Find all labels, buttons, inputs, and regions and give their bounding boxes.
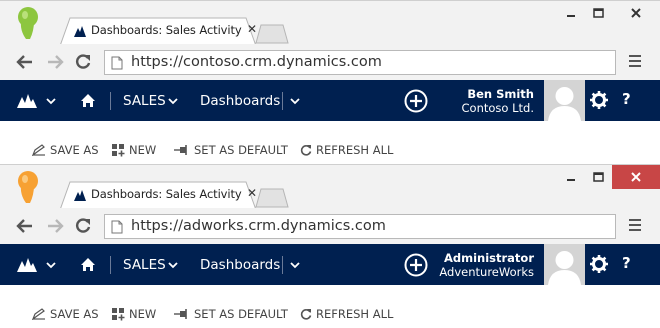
- user-silhouette-icon: [548, 87, 581, 121]
- hamburger-menu-icon[interactable]: [628, 54, 642, 68]
- back-arrow-icon[interactable]: [15, 215, 35, 237]
- save-as-icon: [32, 308, 45, 320]
- chevron-down-icon[interactable]: [168, 98, 178, 105]
- address-bar[interactable]: https://adworks.crm.dynamics.com: [104, 214, 616, 239]
- new-label: NEW: [129, 143, 157, 157]
- help-icon[interactable]: ?: [622, 254, 631, 272]
- pin-icon: [174, 309, 187, 319]
- refresh-all-label: REFRESH ALL: [316, 143, 394, 157]
- forward-arrow-icon[interactable]: [45, 51, 65, 73]
- new-tab-button[interactable]: [255, 24, 289, 44]
- gear-icon[interactable]: [590, 255, 608, 273]
- page-icon: [111, 56, 123, 70]
- dynamics-logo-icon[interactable]: [17, 258, 37, 272]
- new-icon: [112, 307, 125, 320]
- save-as-icon: [32, 144, 45, 156]
- minimize-button[interactable]: [558, 165, 584, 189]
- command-bar: SAVE AS NEW SET AS DEFAULT REFRESH ALL: [0, 121, 660, 164]
- save-as-button[interactable]: SAVE AS: [32, 307, 99, 321]
- nav-separator: [110, 256, 111, 274]
- tab-title: Dashboards: Sales Activity: [91, 23, 242, 37]
- new-button[interactable]: NEW: [112, 307, 156, 321]
- nav-area-sales[interactable]: SALES: [123, 257, 166, 273]
- user-name[interactable]: Administrator: [444, 251, 534, 265]
- browser-toolbar: https://adworks.crm.dynamics.com: [0, 208, 660, 245]
- green-person-icon[interactable]: [16, 7, 40, 41]
- new-button[interactable]: NEW: [112, 143, 156, 157]
- crm-navbar: SALES Dashboards Administrator Adventure…: [0, 244, 660, 285]
- new-label: NEW: [129, 307, 157, 321]
- save-as-label: SAVE AS: [50, 143, 99, 157]
- url-text: https://contoso.crm.dynamics.com: [131, 54, 382, 70]
- browser-titlebar: Dashboards: Sales Activity ✕: [0, 164, 660, 210]
- refresh-all-label: REFRESH ALL: [316, 307, 394, 321]
- set-as-default-label: SET AS DEFAULT: [194, 307, 288, 321]
- hamburger-menu-icon[interactable]: [628, 218, 642, 232]
- user-name[interactable]: Ben Smith: [467, 87, 534, 101]
- browser-window-adworks: Dashboards: Sales Activity ✕ https://adw…: [0, 164, 660, 328]
- save-as-label: SAVE AS: [50, 307, 99, 321]
- nav-page-dashboards[interactable]: Dashboards: [200, 257, 280, 273]
- nav-separator: [282, 92, 283, 110]
- nav-separator: [282, 256, 283, 274]
- maximize-button[interactable]: [584, 1, 612, 25]
- tab-dashboards[interactable]: Dashboards: Sales Activity ✕: [60, 17, 257, 46]
- new-icon: [112, 143, 125, 156]
- forward-arrow-icon[interactable]: [45, 215, 65, 237]
- dynamics-logo-icon[interactable]: [17, 94, 37, 108]
- nav-page-dashboards[interactable]: Dashboards: [200, 93, 280, 109]
- browser-window-contoso: Dashboards: Sales Activity ✕ https://con…: [0, 0, 660, 164]
- crm-favicon-icon: [74, 26, 86, 37]
- reload-icon[interactable]: [73, 215, 93, 237]
- refresh-all-button[interactable]: REFRESH ALL: [300, 143, 393, 157]
- save-as-button[interactable]: SAVE AS: [32, 143, 99, 157]
- refresh-icon: [300, 145, 312, 156]
- browser-titlebar: Dashboards: Sales Activity ✕: [0, 0, 660, 46]
- chevron-down-icon[interactable]: [290, 262, 300, 269]
- home-icon[interactable]: [80, 93, 96, 108]
- chevron-down-icon[interactable]: [168, 262, 178, 269]
- address-bar[interactable]: https://contoso.crm.dynamics.com: [104, 50, 616, 75]
- nav-separator: [110, 92, 111, 110]
- gear-icon[interactable]: [590, 91, 608, 109]
- chevron-down-icon[interactable]: [46, 98, 56, 105]
- page-icon: [111, 220, 123, 234]
- browser-toolbar: https://contoso.crm.dynamics.com: [0, 44, 660, 81]
- close-window-button[interactable]: [612, 165, 660, 189]
- new-tab-button[interactable]: [255, 188, 289, 208]
- crm-navbar: SALES Dashboards Ben Smith Contoso Ltd. …: [0, 80, 660, 121]
- url-text: https://adworks.crm.dynamics.com: [131, 218, 386, 234]
- orange-person-icon[interactable]: [16, 171, 40, 205]
- pin-icon: [174, 145, 187, 155]
- user-organization[interactable]: AdventureWorks: [439, 265, 534, 279]
- minimize-button[interactable]: [558, 1, 584, 25]
- user-organization[interactable]: Contoso Ltd.: [462, 101, 534, 115]
- tab-dashboards[interactable]: Dashboards: Sales Activity ✕: [60, 181, 257, 210]
- command-bar: SAVE AS NEW SET AS DEFAULT REFRESH ALL: [0, 285, 660, 328]
- refresh-all-button[interactable]: REFRESH ALL: [300, 307, 393, 321]
- set-as-default-label: SET AS DEFAULT: [194, 143, 288, 157]
- reload-icon[interactable]: [73, 51, 93, 73]
- user-silhouette-icon: [548, 251, 581, 285]
- refresh-icon: [300, 309, 312, 320]
- maximize-button[interactable]: [584, 165, 612, 189]
- avatar[interactable]: [544, 80, 585, 121]
- chevron-down-icon[interactable]: [290, 98, 300, 105]
- crm-favicon-icon: [74, 190, 86, 201]
- back-arrow-icon[interactable]: [15, 51, 35, 73]
- home-icon[interactable]: [80, 257, 96, 272]
- set-as-default-button[interactable]: SET AS DEFAULT: [174, 143, 288, 157]
- help-icon[interactable]: ?: [622, 90, 631, 108]
- close-window-button[interactable]: [612, 1, 660, 25]
- create-new-plus-icon[interactable]: [404, 253, 428, 277]
- avatar[interactable]: [544, 244, 585, 285]
- nav-area-sales[interactable]: SALES: [123, 93, 166, 109]
- chevron-down-icon[interactable]: [46, 262, 56, 269]
- set-as-default-button[interactable]: SET AS DEFAULT: [174, 307, 288, 321]
- tab-title: Dashboards: Sales Activity: [91, 187, 242, 201]
- create-new-plus-icon[interactable]: [404, 89, 428, 113]
